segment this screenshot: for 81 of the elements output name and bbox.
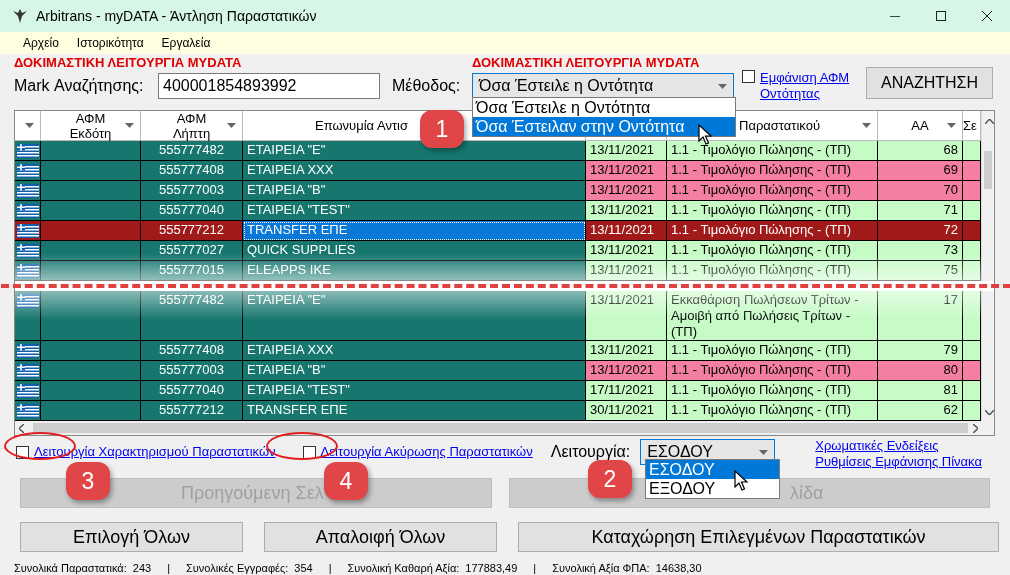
field-label: Mark Αναζήτησης:: [14, 77, 145, 95]
table-cell: 72: [878, 221, 963, 241]
status-separator: |: [167, 562, 170, 574]
table-cell: 1.1 - Τιμολόγιο Πώλησης - (ΤΠ): [667, 401, 878, 421]
table-cell: 555777408: [141, 341, 243, 361]
table-cell: 80: [878, 361, 963, 381]
table-cell: 79: [878, 341, 963, 361]
table-cell: 1.1 - Τιμολόγιο Πώλησης - (ΤΠ): [667, 341, 878, 361]
table-cell: 555777015: [141, 261, 243, 281]
window-title: Arbitrans - myDATA - Άντληση Παραστατικών: [36, 8, 318, 24]
table-cell: 62: [878, 401, 963, 421]
table-cell: 1.1 - Τιμολόγιο Πώλησης - (ΤΠ): [667, 221, 878, 241]
table-cell: 555777003: [141, 181, 243, 201]
table-cell: ΕΤΑΙΡΕΙΑ XXX: [243, 161, 586, 181]
status-value: 177883,49: [465, 562, 518, 574]
table-cell: 13/11/2021: [586, 241, 667, 261]
table-cell: 555777040: [141, 201, 243, 221]
table-cell: ΕΤΑΙΡΕΙΑ "Ε": [243, 291, 586, 341]
table-cell: 555777027: [141, 241, 243, 261]
table-cell: ΕΤΑΙΡΕΙΑ "Ε": [243, 141, 586, 161]
callout-badge: 4: [324, 462, 368, 500]
table-cell: 13/11/2021: [586, 181, 667, 201]
table-cell: 555777482: [141, 141, 243, 161]
table-cell: 13/11/2021: [586, 141, 667, 161]
warning-label: ΔΟΚΙΜΑΣΤΙΚΗ ΛΕΙΤΟΥΡΓΙΑ MYDATA: [472, 56, 701, 70]
status-separator: |: [328, 562, 332, 574]
status-label: Συνολική Καθαρή Αξία:: [347, 562, 460, 574]
callout-badge: 2: [588, 460, 632, 498]
table-cell: 73: [878, 241, 963, 261]
table-cell: 1.1 - Τιμολόγιο Πώλησης - (ΤΠ): [667, 181, 878, 201]
table-cell: ΕΤΑΙΡΕΙΑ "TEST": [243, 201, 586, 221]
table-cell: QUICK SUPPLIES: [243, 241, 586, 261]
table-cell: 13/11/2021: [586, 291, 667, 341]
table-cell: 30/11/2021: [586, 401, 667, 421]
table-cell: 17: [878, 291, 963, 341]
callout-badge: 1: [420, 110, 464, 148]
table-cell: 81: [878, 381, 963, 401]
table-cell: 1.1 - Τιμολόγιο Πώλησης - (ΤΠ): [667, 261, 878, 281]
table-cell: 75: [878, 261, 963, 281]
table-cell: 1.1 - Τιμολόγιο Πώλησης - (ΤΠ): [667, 201, 878, 221]
status-value: 354: [294, 562, 313, 574]
table-cell: 69: [878, 161, 963, 181]
table-cell: TRANSFER ΕΠΕ: [243, 221, 586, 241]
table-cell: 555777482: [141, 291, 243, 341]
field-label: Λειτουργία:: [550, 443, 631, 461]
table-cell: 1.1 - Τιμολόγιο Πώλησης - (ΤΠ): [667, 161, 878, 181]
table-cell: 71: [878, 201, 963, 221]
status-label: Συνολική Αξία ΦΠΑ:: [552, 562, 650, 574]
table-cell: 13/11/2021: [586, 261, 667, 281]
table-cell: 13/11/2021: [586, 341, 667, 361]
table-cell: 555777003: [141, 361, 243, 381]
table-cell: 68: [878, 141, 963, 161]
table-cell: 555777040: [141, 381, 243, 401]
status-label: Συνολικές Εγγραφές:: [186, 562, 289, 574]
table-cell: 555777212: [141, 401, 243, 421]
table-cell: 1.1 - Τιμολόγιο Πώλησης - (ΤΠ): [667, 381, 878, 401]
table-cell: ELEAPPS IKE: [243, 261, 586, 281]
table-cell: Εκκαθάριση Πωλήσεων Τρίτων - Αμοιβή από Πωλήσεις Τρίτων - (ΤΠ): [667, 291, 878, 341]
table-cell: TRANSFER ΕΠΕ: [243, 401, 586, 421]
table-cell: 1.1 - Τιμολόγιο Πώλησης - (ΤΠ): [667, 241, 878, 261]
field-label: Μέθοδος:: [391, 77, 462, 95]
table-cell: 13/11/2021: [586, 221, 667, 241]
table-cell: ΕΤΑΙΡΕΙΑ XXX: [243, 341, 586, 361]
status-label: Συνολικά Παραστατικά:: [14, 562, 127, 574]
status-value: 14638,30: [655, 562, 702, 574]
table-cell: 13/11/2021: [586, 201, 667, 221]
status-separator: |: [533, 562, 537, 574]
table-cell: 17/11/2021: [586, 381, 667, 401]
table-cell: 70: [878, 181, 963, 201]
table-cell: ΕΤΑΙΡΕΙΑ "B": [243, 361, 586, 381]
table-cell: 1.1 - Τιμολόγιο Πώλησης - (ΤΠ): [667, 361, 878, 381]
table-cell: 555777212: [141, 221, 243, 241]
table-cell: 13/11/2021: [586, 361, 667, 381]
table-cell: ΕΤΑΙΡΕΙΑ "B": [243, 181, 586, 201]
table-cell: 1.1 - Τιμολόγιο Πώλησης - (ΤΠ): [667, 141, 878, 161]
table-cell: 13/11/2021: [586, 161, 667, 181]
warning-label: ΔΟΚΙΜΑΣΤΙΚΗ ΛΕΙΤΟΥΡΓΙΑ MYDATA: [14, 56, 243, 70]
status-value: 243: [132, 562, 152, 574]
callout-badge: 3: [66, 462, 110, 500]
table-cell: 555777408: [141, 161, 243, 181]
table-cell: ΕΤΑΙΡΕΙΑ "TEST": [243, 381, 586, 401]
